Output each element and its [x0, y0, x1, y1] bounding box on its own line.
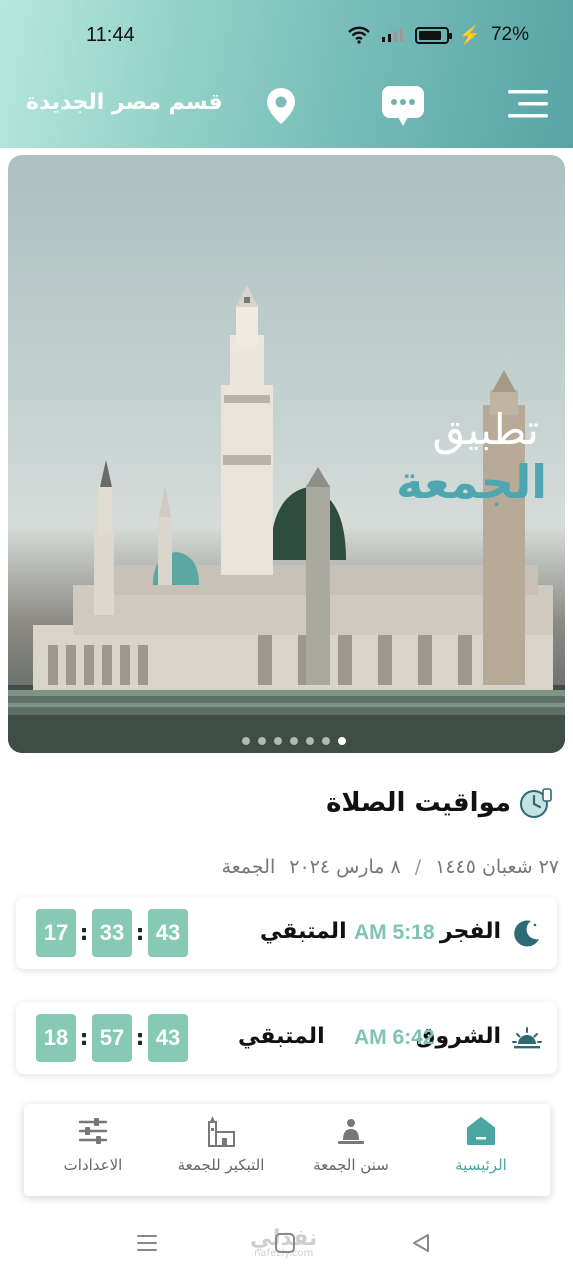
carousel-dot-active[interactable] [338, 737, 346, 745]
carousel-dots[interactable] [242, 737, 346, 745]
weekday: الجمعة [221, 856, 276, 878]
date-line: ٢٧ شعبان ١٤٤٥ / ٨ مارس ٢٠٢٤ الجمعة [222, 856, 559, 878]
countdown-minutes: 33 [92, 909, 132, 957]
location-label[interactable]: قسم مصر الجديدة [26, 90, 223, 115]
prayer-time: AM 6:42 [354, 1026, 435, 1049]
prayer-card-sunrise[interactable]: الشروق AM 6:42 المتبقي 18 : 57 : 43 [16, 1002, 557, 1074]
wifi-icon [347, 26, 370, 44]
nav-friday-sunnah[interactable]: سنن الجمعة [286, 1114, 416, 1190]
signal-icon [381, 28, 403, 42]
date-separator: / [414, 856, 422, 878]
app-bar: قسم مصر الجديدة [0, 72, 573, 142]
prayer-name: الفجر [439, 919, 501, 944]
system-navigation: نفذلي nafezly.com [0, 1212, 573, 1280]
banner-title-line1: تطبيق [432, 405, 539, 454]
banner-title-line2: الجمعة [396, 455, 547, 509]
header-background: 11:44 ⚡ 72% قسم مصر الجديدة [0, 0, 573, 148]
nav-label: الرئيسية [455, 1156, 507, 1174]
carousel-dot[interactable] [290, 737, 298, 745]
status-icons: ⚡ 72% [347, 24, 529, 46]
countdown-minutes: 57 [92, 1014, 132, 1062]
nav-label: الاعدادات [63, 1156, 123, 1174]
countdown-separator: : [79, 1025, 89, 1051]
countdown-timer: 17 : 33 : 43 [36, 909, 188, 957]
carousel-dot[interactable] [322, 737, 330, 745]
remaining-label: المتبقي [260, 919, 347, 944]
remaining-label: المتبقي [238, 1024, 325, 1049]
prayer-times-title: مواقيت الصلاة [326, 788, 511, 818]
battery-percent: 72% [490, 24, 529, 45]
countdown-timer: 18 : 57 : 43 [36, 1014, 188, 1062]
settings-sliders-icon [78, 1118, 108, 1144]
chat-bubble-icon[interactable] [380, 84, 426, 128]
nav-settings[interactable]: الاعدادات [28, 1114, 158, 1190]
prayer-times-heading: مواقيت الصلاة [326, 786, 553, 820]
app-screen: 11:44 ⚡ 72% قسم مصر الجديدة تطبيق الجمعة… [0, 0, 573, 1280]
nav-home[interactable]: الرئيسية [416, 1114, 546, 1190]
countdown-seconds: 18 [36, 1014, 76, 1062]
countdown-hours: 43 [148, 909, 188, 957]
carousel-dot[interactable] [242, 737, 250, 745]
prayer-person-icon [338, 1119, 364, 1144]
prayer-time: AM 5:18 [354, 921, 435, 944]
battery-icon [414, 26, 452, 44]
nav-label: سنن الجمعة [313, 1156, 389, 1174]
status-time: 11:44 [86, 24, 135, 46]
carousel-dot[interactable] [258, 737, 266, 745]
crescent-moon-icon [514, 920, 539, 947]
status-bar: 11:44 ⚡ 72% [0, 0, 573, 70]
home-button-icon[interactable] [274, 1232, 296, 1254]
mosque-illustration [8, 285, 565, 753]
home-icon [467, 1117, 495, 1145]
nav-early-friday[interactable]: التبكير للجمعة [156, 1114, 286, 1190]
countdown-separator: : [135, 920, 145, 946]
countdown-separator: : [135, 1025, 145, 1051]
countdown-seconds: 17 [36, 909, 76, 957]
countdown-separator: : [79, 920, 89, 946]
carousel-dot[interactable] [274, 737, 282, 745]
nav-label: التبكير للجمعة [177, 1156, 265, 1174]
countdown-hours: 43 [148, 1014, 188, 1062]
charging-icon: ⚡ [458, 24, 481, 45]
mosque-icon [208, 1116, 235, 1147]
location-pin-icon[interactable] [263, 86, 299, 126]
hero-banner[interactable]: تطبيق الجمعة [8, 155, 565, 753]
back-icon[interactable] [410, 1232, 432, 1254]
clock-icon [520, 788, 552, 818]
recents-icon[interactable] [136, 1232, 158, 1254]
carousel-dot[interactable] [306, 737, 314, 745]
hamburger-menu-icon[interactable] [508, 88, 550, 120]
sunrise-icon [512, 1027, 542, 1049]
prayer-card-fajr[interactable]: الفجر AM 5:18 المتبقي 17 : 33 : 43 [16, 897, 557, 969]
gregorian-date: ٨ مارس ٢٠٢٤ [289, 856, 401, 878]
hijri-date: ٢٧ شعبان ١٤٤٥ [435, 856, 559, 878]
bottom-navigation: الاعدادات التبكير للجمعة سنن الجمعة الرئ… [24, 1104, 550, 1196]
